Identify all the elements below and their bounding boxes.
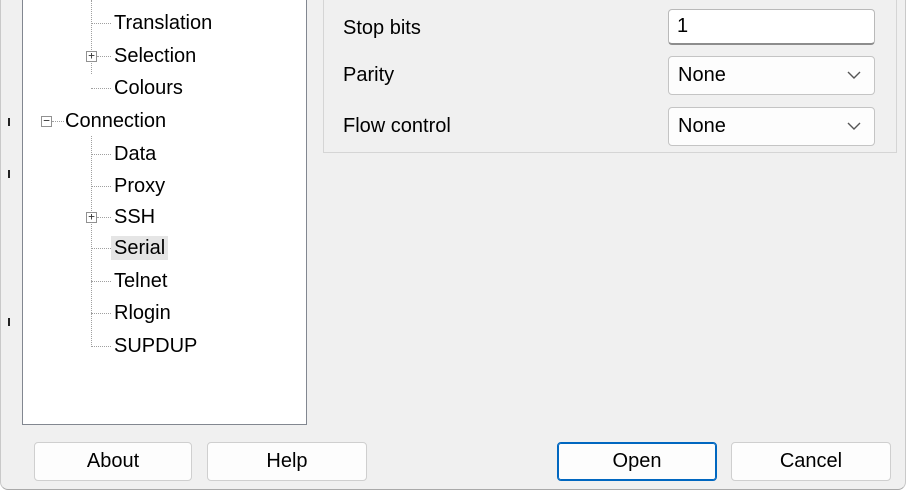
open-button[interactable]: Open [557, 442, 717, 481]
putty-configuration-dialog: Translation + Selection Colours − Connec… [0, 0, 906, 490]
tree-connector [91, 23, 111, 24]
help-button[interactable]: Help [207, 442, 367, 481]
tree-item-label: SUPDUP [114, 335, 198, 357]
tree-item-supdup[interactable]: SUPDUP [111, 332, 200, 360]
tree-item-data[interactable]: Data [111, 140, 159, 168]
tree-connector [91, 88, 111, 89]
tree-connector [91, 313, 111, 314]
category-tree[interactable]: Translation + Selection Colours − Connec… [22, 0, 307, 425]
cancel-button[interactable]: Cancel [731, 442, 891, 481]
tree-connector [91, 186, 111, 187]
tree-item-label: Proxy [114, 175, 166, 197]
tree-item-label: Serial [111, 236, 169, 260]
tree-item-proxy[interactable]: Proxy [111, 172, 168, 200]
about-button[interactable]: About [34, 442, 192, 481]
tree-item-ssh[interactable]: SSH [111, 203, 158, 231]
tree-item-label: Connection [65, 110, 167, 132]
tree-item-label: Selection [114, 45, 197, 67]
flow-control-selected-value: None [678, 115, 726, 137]
parity-label: Parity [343, 64, 395, 86]
tree-item-label: SSH [114, 206, 156, 228]
window-edge-mark [8, 118, 10, 126]
stop-bits-input[interactable]: 1 [668, 9, 875, 45]
tree-item-selection[interactable]: Selection [111, 42, 199, 70]
parity-select[interactable]: None [668, 56, 875, 95]
flow-control-select[interactable]: None [668, 107, 875, 146]
tree-item-label: Translation [114, 12, 213, 34]
tree-item-label: Data [114, 143, 157, 165]
expand-plus-icon[interactable]: + [86, 211, 97, 223]
tree-guide-line [91, 0, 92, 74]
expand-plus-icon[interactable]: + [86, 50, 97, 62]
tree-connector [91, 154, 111, 155]
tree-connector [91, 346, 111, 347]
chevron-down-icon [847, 71, 861, 79]
tree-guide-line [91, 136, 92, 347]
tree-item-translation[interactable]: Translation [111, 9, 215, 37]
stop-bits-label: Stop bits [343, 17, 421, 39]
tree-connector [91, 248, 111, 249]
tree-item-rlogin[interactable]: Rlogin [111, 299, 174, 327]
flow-control-label: Flow control [343, 115, 451, 137]
tree-connector [97, 56, 111, 57]
tree-item-label: Rlogin [114, 302, 171, 324]
tree-item-label: Colours [114, 77, 183, 99]
window-edge-mark [8, 318, 10, 326]
collapse-minus-icon[interactable]: − [41, 115, 52, 127]
window-edge-mark [8, 170, 10, 178]
tree-connector [97, 217, 111, 218]
tree-item-serial[interactable]: Serial [111, 234, 169, 262]
chevron-down-icon [847, 122, 861, 130]
tree-item-colours[interactable]: Colours [111, 74, 186, 102]
tree-connector [91, 281, 111, 282]
parity-selected-value: None [678, 64, 726, 86]
tree-item-telnet[interactable]: Telnet [111, 267, 170, 295]
tree-item-connection[interactable]: Connection [62, 107, 169, 135]
tree-item-label: Telnet [114, 270, 168, 292]
